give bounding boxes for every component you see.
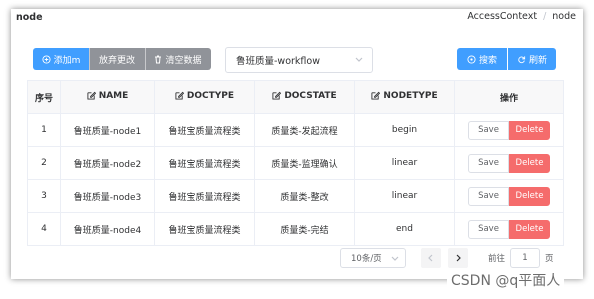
refresh-icon	[518, 55, 526, 63]
save-button[interactable]: Save	[468, 120, 509, 140]
search-button[interactable]: 搜索	[457, 48, 507, 70]
cell-doctype[interactable]: 鲁班宝质量流程类	[154, 146, 255, 180]
edit-icon	[87, 91, 96, 100]
column-header-nodetype-label: NODETYPE	[383, 90, 438, 101]
column-header-index: 序号	[27, 80, 61, 114]
discard-changes-button[interactable]: 放弃更改	[89, 48, 145, 70]
breadcrumb-separator: /	[543, 11, 547, 22]
cell-docstate[interactable]: 质量类-发起流程	[254, 113, 355, 147]
column-header-name-label: NAME	[98, 90, 129, 101]
goto-page-input[interactable]	[510, 248, 540, 268]
cell-nodetype[interactable]: begin	[354, 113, 455, 147]
column-header-docstate-label: DOCSTATE	[284, 90, 337, 101]
button-divider	[89, 48, 90, 70]
cell-index: 4	[27, 212, 61, 246]
column-header-nodetype[interactable]: NODETYPE	[354, 80, 455, 114]
clear-data-label: 清空数据	[165, 55, 202, 66]
discard-changes-label: 放弃更改	[98, 55, 135, 66]
breadcrumb: AccessContext / node	[467, 11, 576, 22]
cell-name[interactable]: 鲁班质量-node3	[60, 179, 155, 213]
cell-nodetype[interactable]: linear	[354, 179, 455, 213]
column-header-doctype[interactable]: DOCTYPE	[154, 80, 255, 114]
column-header-doctype-label: DOCTYPE	[186, 90, 235, 101]
clear-data-button[interactable]: 清空数据	[145, 48, 211, 70]
cell-actions: Save Delete	[454, 146, 564, 180]
cell-name[interactable]: 鲁班质量-node1	[60, 113, 155, 147]
breadcrumb-item-accesscontext[interactable]: AccessContext	[467, 11, 537, 22]
table-row: 3 鲁班质量-node3 鲁班宝质量流程类 质量类-整改 linear Save…	[27, 179, 564, 213]
table-row: 1 鲁班质量-node1 鲁班宝质量流程类 质量类-发起流程 begin Sav…	[27, 113, 564, 147]
cell-docstate[interactable]: 质量类-完结	[254, 212, 355, 246]
cell-doctype[interactable]: 鲁班宝质量流程类	[154, 179, 255, 213]
chevron-right-icon	[456, 254, 461, 262]
prev-page-button[interactable]	[421, 248, 441, 268]
save-button[interactable]: Save	[468, 186, 509, 206]
page-size-select[interactable]: 10条/页	[340, 248, 406, 268]
column-header-actions: 操作	[454, 80, 564, 114]
cell-nodetype[interactable]: linear	[354, 146, 455, 180]
table-header-row: 序号 NAME DOCTYPE DOCSTATE NODETYPE 操作	[27, 80, 564, 114]
trash-icon	[155, 55, 162, 63]
cell-actions: Save Delete	[454, 113, 564, 147]
node-table: 序号 NAME DOCTYPE DOCSTATE NODETYPE 操作 1 鲁…	[27, 80, 564, 246]
cell-doctype[interactable]: 鲁班宝质量流程类	[154, 113, 255, 147]
search-icon	[467, 54, 476, 64]
cell-docstate[interactable]: 质量类-监理确认	[254, 146, 355, 180]
page-size-value: 10条/页	[351, 254, 382, 264]
chevron-down-icon	[391, 256, 399, 261]
cell-nodetype[interactable]: end	[354, 212, 455, 246]
edit-icon	[272, 91, 282, 100]
goto-label: 前往	[488, 254, 506, 264]
watermark: CSDN @q平面人	[447, 270, 565, 290]
save-button[interactable]: Save	[468, 153, 509, 173]
cell-doctype[interactable]: 鲁班宝质量流程类	[154, 212, 255, 246]
add-button[interactable]: 添加m	[33, 48, 89, 70]
save-button[interactable]: Save	[468, 219, 509, 239]
plus-circle-icon	[42, 54, 51, 64]
column-header-docstate[interactable]: DOCSTATE	[254, 80, 355, 114]
chevron-down-icon	[355, 57, 363, 62]
workflow-select[interactable]: 鲁班质量-workflow	[225, 47, 373, 73]
chevron-left-icon	[428, 254, 433, 262]
table-row: 2 鲁班质量-node2 鲁班宝质量流程类 质量类-监理确认 linear Sa…	[27, 146, 564, 180]
cell-actions: Save Delete	[454, 179, 564, 213]
cell-name[interactable]: 鲁班质量-node2	[60, 146, 155, 180]
add-button-label: 添加m	[53, 55, 81, 66]
edit-icon	[371, 91, 381, 100]
refresh-button-label: 刷新	[528, 55, 547, 66]
workflow-select-value: 鲁班质量-workflow	[236, 56, 320, 67]
table-row: 4 鲁班质量-node4 鲁班宝质量流程类 质量类-完结 end Save Del…	[27, 212, 564, 246]
delete-button[interactable]: Delete	[509, 219, 550, 239]
next-page-button[interactable]	[448, 248, 468, 268]
refresh-button[interactable]: 刷新	[508, 48, 556, 70]
cell-index: 1	[27, 113, 61, 147]
cell-docstate[interactable]: 质量类-整改	[254, 179, 355, 213]
cell-index: 2	[27, 146, 61, 180]
cell-name[interactable]: 鲁班质量-node4	[60, 212, 155, 246]
breadcrumb-item-node: node	[552, 11, 576, 22]
column-header-name[interactable]: NAME	[60, 80, 155, 114]
button-divider	[507, 48, 508, 70]
edit-icon	[175, 91, 184, 100]
button-divider	[145, 48, 146, 70]
search-button-label: 搜索	[478, 55, 497, 66]
cell-index: 3	[27, 179, 61, 213]
delete-button[interactable]: Delete	[509, 153, 550, 173]
page-unit-label: 页	[545, 254, 554, 264]
cell-actions: Save Delete	[454, 212, 564, 246]
delete-button[interactable]: Delete	[509, 186, 550, 206]
delete-button[interactable]: Delete	[509, 120, 550, 140]
page-title: node	[16, 12, 43, 23]
